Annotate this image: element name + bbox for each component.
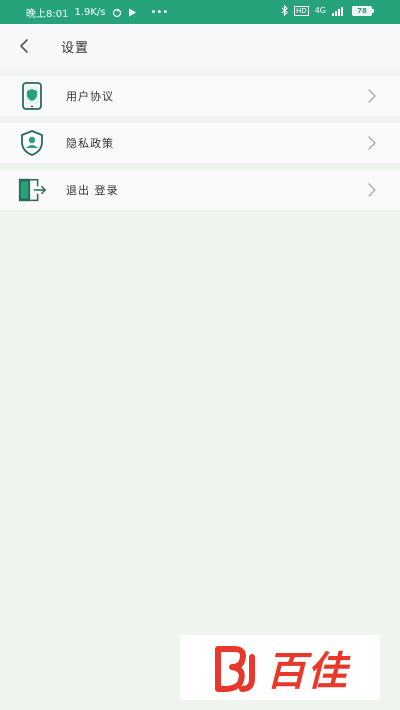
chevron-right-icon: [368, 183, 376, 197]
back-arrow-icon: [20, 39, 28, 53]
page-title: 设置: [61, 41, 90, 56]
battery-level: 78: [352, 5, 372, 16]
menu-item-privacy-policy[interactable]: 隐私政策: [0, 123, 400, 163]
logo-mark-icon: [215, 645, 255, 692]
hd-badge: HD: [294, 5, 309, 16]
signal-icon: [332, 6, 346, 16]
menu-item-label: 用户协议: [66, 90, 114, 103]
watermark-logo: 百佳: [180, 635, 380, 700]
bluetooth-icon: [281, 5, 288, 16]
status-bar: 晚上8:01 1.9K/s ••• HD 4G 78: [0, 0, 400, 24]
menu-item-label: 退出 登录: [66, 184, 119, 197]
header: 设置: [0, 24, 400, 68]
menu-item-user-agreement[interactable]: 用户协议: [0, 76, 400, 116]
status-time: 晚上8:01: [26, 9, 69, 20]
logout-door-icon: [17, 176, 47, 204]
sync-icon: [112, 8, 122, 18]
chevron-right-icon: [368, 89, 376, 103]
menu-item-label: 隐私政策: [66, 137, 114, 150]
more-dots: •••: [150, 7, 169, 18]
privacy-shield-icon: [17, 129, 47, 157]
network-label: 4G: [314, 6, 326, 15]
phone-shield-icon: [17, 82, 47, 110]
watermark-text: 百佳: [266, 648, 348, 695]
chevron-right-icon: [368, 136, 376, 150]
status-right: HD 4G 78: [281, 5, 374, 16]
status-speed: 1.9K/s: [74, 7, 106, 18]
status-left: 晚上8:01 1.9K/s •••: [26, 5, 168, 20]
menu-item-logout[interactable]: 退出 登录: [0, 170, 400, 210]
play-icon: [128, 8, 137, 17]
back-button[interactable]: [12, 34, 36, 58]
battery-icon: 78: [352, 5, 374, 16]
